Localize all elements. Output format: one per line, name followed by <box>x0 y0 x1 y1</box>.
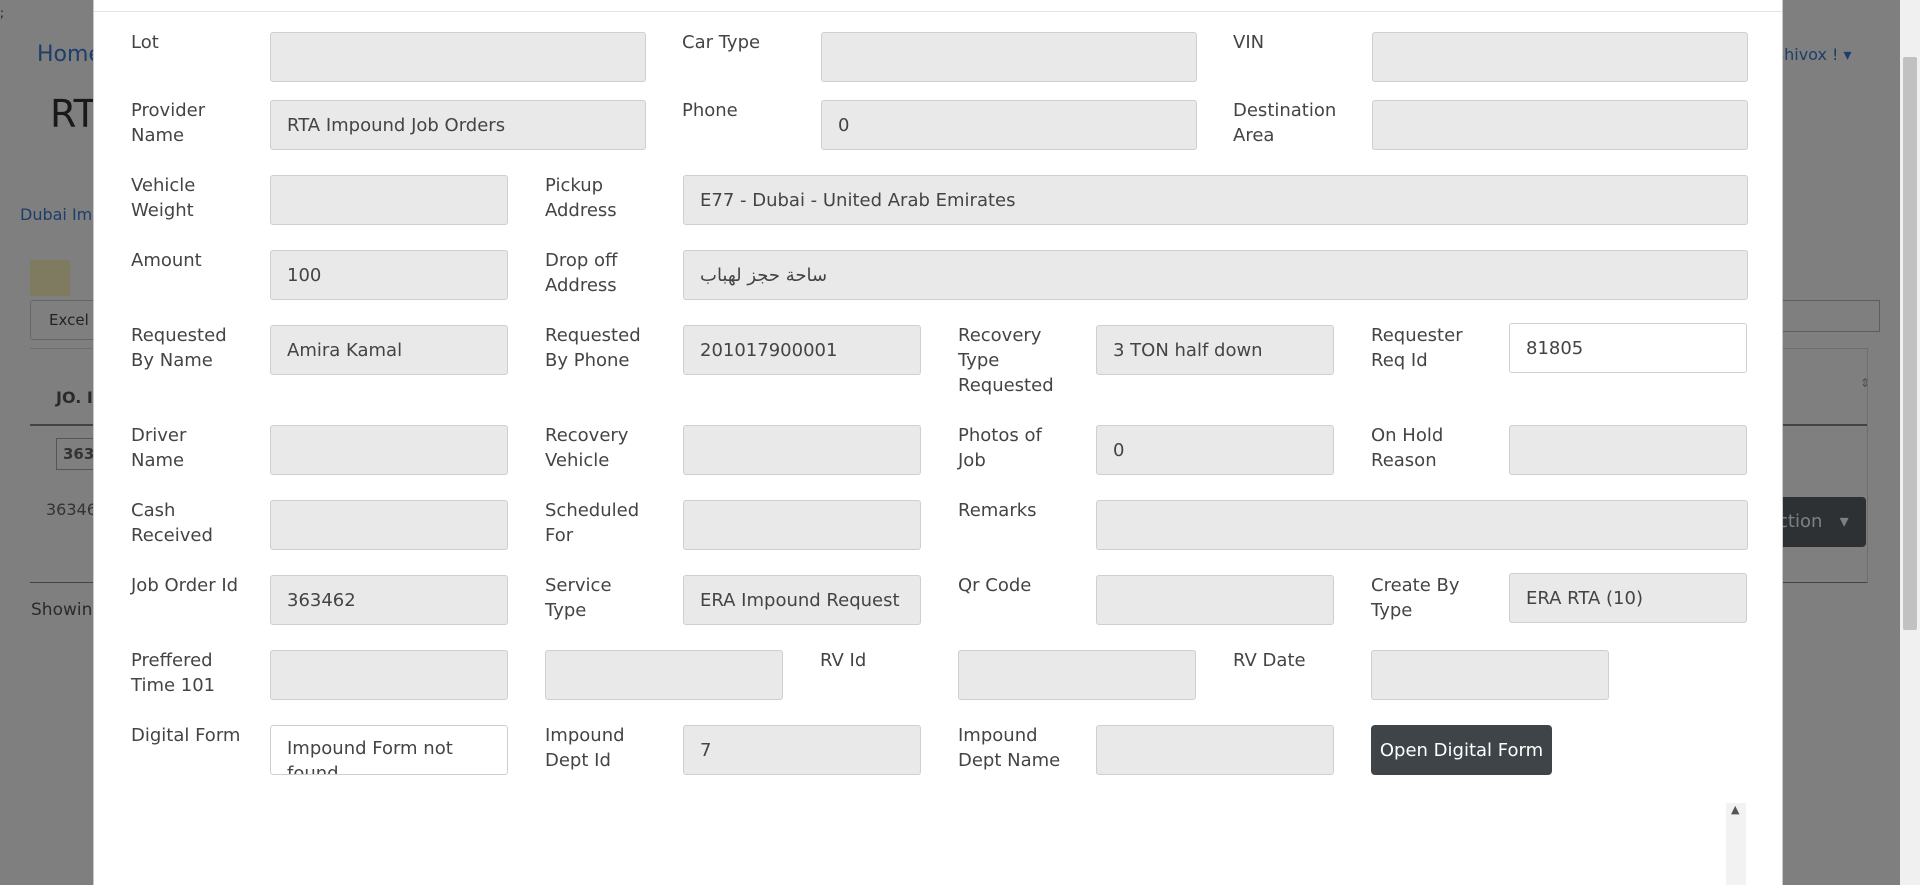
modal-header-divider <box>94 11 1782 12</box>
preffered-time-label: Preffered Time 101 <box>131 650 216 696</box>
page-scrollbar[interactable] <box>1900 0 1920 885</box>
driver-name-field[interactable] <box>270 425 508 475</box>
driver-name-label: Driver Name <box>131 425 187 471</box>
create-by-type-field[interactable]: ERA RTA (10) <box>1509 573 1747 623</box>
recovery-vehicle-label: Recovery Vehicle <box>545 425 629 471</box>
amount-field[interactable]: 100 <box>270 250 508 300</box>
service-type-label: Service Type <box>545 575 612 621</box>
phone-field[interactable]: 0 <box>821 100 1197 150</box>
lot-label: Lot <box>131 32 159 53</box>
rv-id-label: RV Id <box>820 650 867 671</box>
recovery-vehicle-field[interactable] <box>683 425 921 475</box>
qr-code-field[interactable] <box>1096 575 1334 625</box>
scrollbar-thumb[interactable] <box>1903 57 1917 630</box>
rv-id-field[interactable] <box>958 650 1196 700</box>
requester-req-id-field[interactable]: 81805 <box>1509 323 1747 373</box>
requested-by-phone-field[interactable]: 201017900001 <box>683 325 921 375</box>
provider-name-label: Provider Name <box>131 100 206 146</box>
qr-code-label: Qr Code <box>958 575 1032 596</box>
vehicle-weight-field[interactable] <box>270 175 508 225</box>
requester-req-id-label: Requester Req Id <box>1371 325 1463 371</box>
requested-by-name-field[interactable]: Amira Kamal <box>270 325 508 375</box>
drop-off-address-field[interactable]: ساحة حجز لهباب <box>683 250 1748 300</box>
drop-off-address-label: Drop off Address <box>545 250 618 296</box>
lot-field[interactable] <box>270 32 646 82</box>
preffered-time-field[interactable] <box>270 650 508 700</box>
photos-of-job-field[interactable]: 0 <box>1096 425 1334 475</box>
impound-dept-name-label: Impound Dept Name <box>958 725 1061 771</box>
impound-dept-id-field[interactable]: 7 <box>683 725 921 775</box>
phone-label: Phone <box>682 100 738 121</box>
open-digital-form-button[interactable]: Open Digital Form <box>1371 725 1552 775</box>
impound-dept-id-label: Impound Dept Id <box>545 725 625 771</box>
preffered-time-secondary-field[interactable] <box>545 650 783 700</box>
amount-label: Amount <box>131 250 202 271</box>
create-by-type-label: Create By Type <box>1371 575 1460 621</box>
pickup-address-label: Pickup Address <box>545 175 617 221</box>
scheduled-for-field[interactable] <box>683 500 921 550</box>
impound-dept-name-field[interactable] <box>1096 725 1334 775</box>
inner-scrollbar[interactable]: ▲ <box>1726 803 1746 885</box>
car-type-field[interactable] <box>821 32 1197 82</box>
chevron-up-icon[interactable]: ▲ <box>1731 803 1739 816</box>
digital-form-label: Digital Form <box>131 725 241 746</box>
job-order-id-label: Job Order Id <box>131 575 239 596</box>
rv-date-label: RV Date <box>1233 650 1306 671</box>
digital-form-field[interactable]: Impound Form not found <box>270 725 508 775</box>
requested-by-phone-label: Requested By Phone <box>545 325 641 371</box>
recovery-type-requested-label: Recovery Type Requested <box>958 325 1054 396</box>
remarks-field[interactable] <box>1096 500 1748 550</box>
on-hold-reason-field[interactable] <box>1509 425 1747 475</box>
vin-field[interactable] <box>1372 32 1748 82</box>
service-type-field[interactable]: ERA Impound Request <box>683 575 921 625</box>
car-type-label: Car Type <box>682 32 761 53</box>
rv-date-field[interactable] <box>1371 650 1609 700</box>
vin-label: VIN <box>1233 32 1265 53</box>
pickup-address-field[interactable]: E77 - Dubai - United Arab Emirates <box>683 175 1748 225</box>
recovery-type-requested-field[interactable]: 3 TON half down <box>1096 325 1334 375</box>
vehicle-weight-label: Vehicle Weight <box>131 175 196 221</box>
job-order-id-field[interactable]: 363462 <box>270 575 508 625</box>
remarks-label: Remarks <box>958 500 1037 521</box>
requested-by-name-label: Requested By Name <box>131 325 227 371</box>
scheduled-for-label: Scheduled For <box>545 500 640 546</box>
provider-name-field[interactable]: RTA Impound Job Orders <box>270 100 646 150</box>
job-order-modal: Lot Car Type VIN Provider Name RTA Impou… <box>93 0 1783 885</box>
destination-area-label: Destination Area <box>1233 100 1337 146</box>
cash-received-label: Cash Received <box>131 500 213 546</box>
cash-received-field[interactable] <box>270 500 508 550</box>
on-hold-reason-label: On Hold Reason <box>1371 425 1444 471</box>
destination-area-field[interactable] <box>1372 100 1748 150</box>
photos-of-job-label: Photos of Job <box>958 425 1042 471</box>
